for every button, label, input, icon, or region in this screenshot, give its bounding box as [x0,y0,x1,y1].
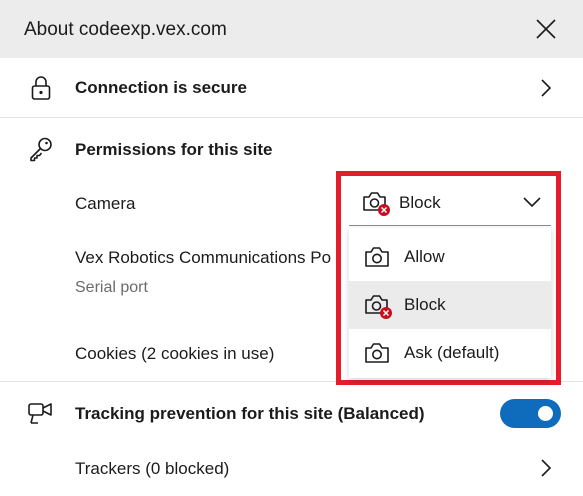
camera-options-list: Allow Block Ask (default) [349,228,551,378]
camera-permission-label: Camera [75,194,136,213]
camera-icon [365,343,389,363]
trackers-label[interactable]: Trackers (0 blocked) [75,459,229,479]
option-block[interactable]: Block [349,281,551,329]
camera-select-value: Block [399,193,441,212]
toggle-knob [538,406,553,421]
panel-title: About codeexp.vex.com [24,19,227,40]
chevron-down-icon [523,197,541,208]
connection-row[interactable]: Connection is secure [0,58,583,118]
select-underline [349,225,551,226]
connection-label: Connection is secure [75,78,247,97]
close-button[interactable] [530,13,562,45]
camera-blocked-icon [365,295,392,319]
key-icon [26,134,56,164]
camera-blocked-icon [363,192,390,216]
chevron-right-icon [536,76,556,100]
option-ask-default[interactable]: Ask (default) [349,329,551,377]
permissions-heading: Permissions for this site [75,140,273,159]
tracking-prevention-icon [26,398,56,428]
option-label: Block [404,295,446,314]
camera-permission-select[interactable]: Block [341,176,556,224]
close-icon [536,19,556,39]
camera-icon [365,247,389,267]
cookies-label[interactable]: Cookies (2 cookies in use) [75,344,274,364]
divider [0,117,583,118]
panel-header: About codeexp.vex.com [0,0,583,58]
tracking-prevention-label: Tracking prevention for this site (Balan… [75,404,425,423]
serial-device-label: Vex Robotics Communications Po [75,248,332,267]
lock-icon [26,73,56,103]
serial-port-sublabel: Serial port [75,279,148,296]
camera-dropdown-highlight: Block Allow Block Ask (default) [336,171,561,385]
chevron-right-icon[interactable] [536,456,556,480]
option-label: Ask (default) [404,343,500,362]
option-allow[interactable]: Allow [349,233,551,281]
option-label: Allow [404,247,445,266]
tracking-prevention-toggle[interactable] [500,399,561,428]
